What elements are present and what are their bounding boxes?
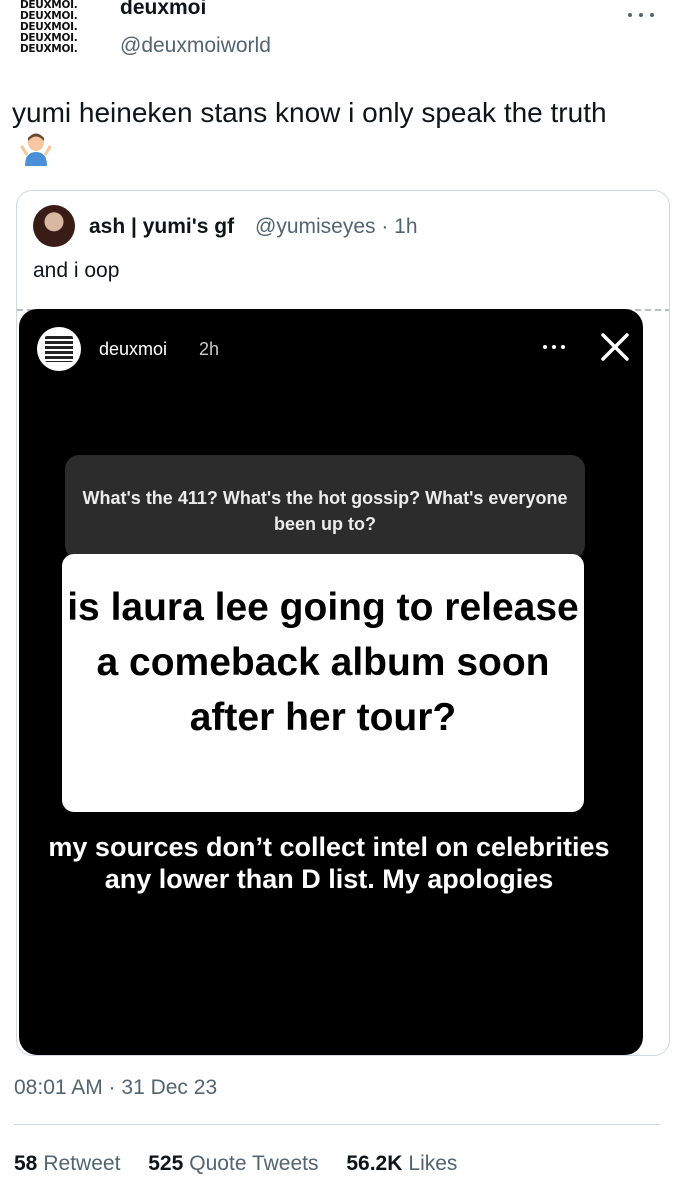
story-question-text: What's the 411? What's the hot gossip? W…: [82, 488, 568, 534]
likes-label: Likes: [408, 1152, 458, 1175]
quoted-tweet-card[interactable]: ash | yumi's gf @yumiseyes · 1h and i oo…: [16, 190, 670, 1056]
story-reply-text: my sources don’t collect intel on celebr…: [48, 832, 610, 894]
retweets-stat[interactable]: 58 Retweet: [14, 1152, 120, 1176]
person-shrugging-icon: [18, 132, 54, 176]
story-answer-text: is laura lee going to release a comeback…: [67, 586, 579, 739]
deuxmoi-avatar-logo[interactable]: DEUXMOI. DEUXMOI. DEUXMOI. DEUXMOI. DEUX…: [20, 0, 96, 62]
divider: [14, 1124, 660, 1125]
tweet-text: yumi heineken stans know i only speak th…: [12, 94, 652, 176]
tweet-text-content: yumi heineken stans know i only speak th…: [12, 97, 607, 128]
quoted-author-handle-time[interactable]: @yumiseyes · 1h: [255, 215, 418, 239]
engagement-stats: 58 Retweet 525 Quote Tweets 56.2K Likes: [14, 1152, 479, 1176]
author-handle[interactable]: @deuxmoiworld: [120, 34, 271, 58]
retweets-label: Retweet: [43, 1152, 121, 1175]
story-more-icon: [541, 343, 567, 351]
retweets-count: 58: [14, 1152, 38, 1175]
story-screenshot-image[interactable]: deuxmoi 2h What's the 411? What's the ho…: [19, 309, 643, 1055]
author-display-name[interactable]: deuxmoi: [120, 0, 206, 20]
likes-stat[interactable]: 56.2K Likes: [346, 1152, 457, 1176]
logo-line: DEUXMOI.: [20, 43, 78, 55]
quote-tweets-count: 525: [148, 1152, 184, 1175]
story-avatar: [37, 327, 81, 371]
story-answer-card: is laura lee going to release a comeback…: [62, 554, 584, 812]
quote-tweets-stat[interactable]: 525 Quote Tweets: [148, 1152, 318, 1176]
story-age: 2h: [199, 339, 220, 359]
quoted-author-avatar[interactable]: [33, 205, 75, 247]
more-options-icon[interactable]: [626, 8, 656, 22]
close-icon: [599, 331, 631, 363]
tweet-timestamp[interactable]: 08:01 AM · 31 Dec 23: [14, 1076, 217, 1100]
quoted-author-name[interactable]: ash | yumi's gf: [89, 215, 234, 239]
quote-tweets-label: Quote Tweets: [189, 1152, 319, 1175]
story-account-name: deuxmoi: [99, 339, 168, 359]
likes-count: 56.2K: [346, 1152, 403, 1175]
quoted-tweet-text: and i oop: [33, 259, 120, 282]
story-question-box: What's the 411? What's the hot gossip? W…: [65, 455, 585, 559]
